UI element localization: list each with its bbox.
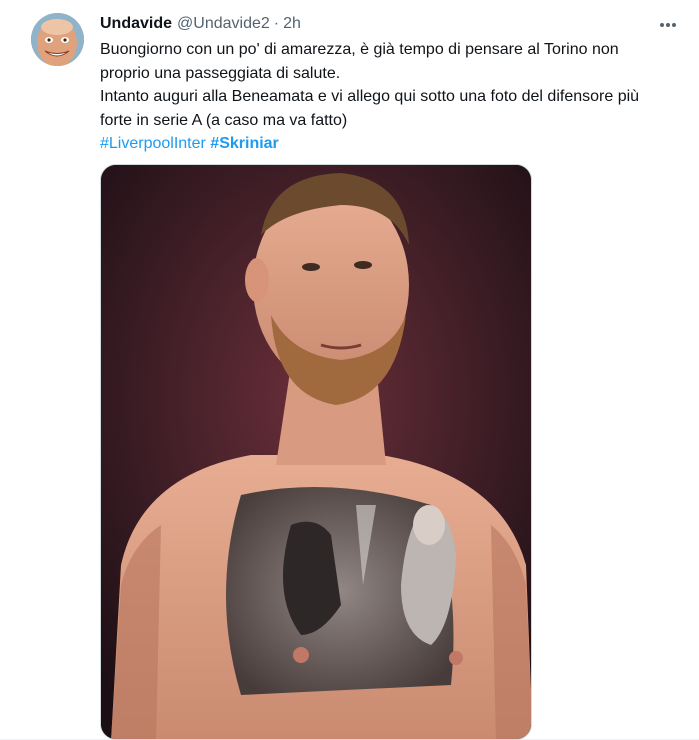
tweet-text-line: Intanto auguri alla Beneamata e vi alleg… (100, 88, 640, 105)
avatar-photo (31, 13, 84, 66)
tweet-card[interactable]: Undavide @Undavide2 · 2h Buongiorno con … (0, 0, 699, 740)
more-options-button[interactable] (655, 12, 681, 38)
tweet-photo[interactable] (100, 164, 532, 740)
tweet-text-line: proprio una passeggiata di salute. (100, 64, 341, 82)
avatar[interactable] (31, 13, 84, 66)
hashtag-liverpoolinter[interactable]: #LiverpoolInter (100, 135, 206, 152)
more-horizontal-icon (660, 23, 676, 27)
tweet-text-line: forte in serie A (a caso ma va fatto) (100, 111, 348, 129)
tweet-text: Buongiorno con un po' di amarezza, è già… (100, 38, 680, 156)
hashtag-line: #LiverpoolInter #Skriniar (100, 132, 680, 156)
separator-dot: · (273, 15, 280, 32)
tweet-header: Undavide @Undavide2 · 2h (100, 12, 679, 36)
tweet-text-line: Buongiorno con un po' di amarezza, è già… (100, 41, 619, 58)
footballer-photo (101, 165, 531, 739)
hashtag-skriniar[interactable]: #Skriniar (210, 135, 278, 152)
tweet-timestamp[interactable]: 2h (283, 15, 301, 33)
author-handle[interactable]: @Undavide2 (177, 15, 270, 33)
author-display-name[interactable]: Undavide (100, 15, 172, 33)
